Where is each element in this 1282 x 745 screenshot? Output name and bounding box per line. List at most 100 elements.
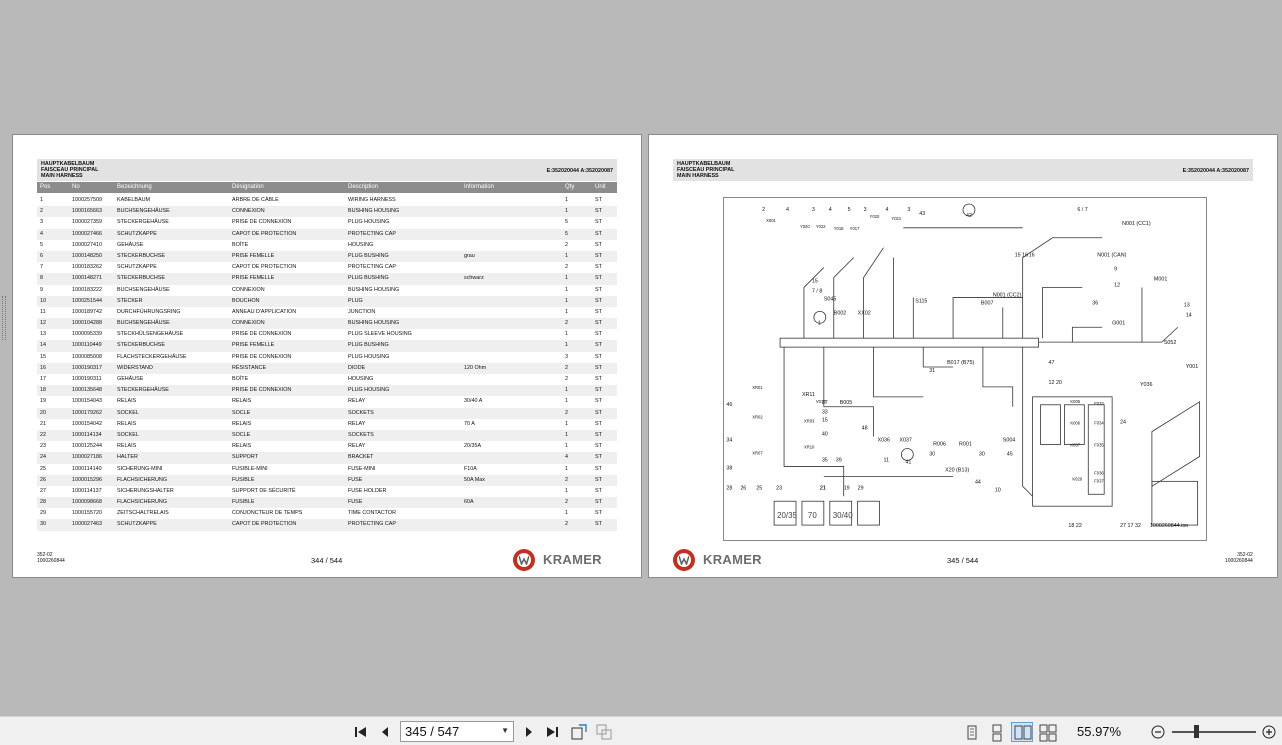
- continuous-view-button[interactable]: [985, 722, 1007, 742]
- cell-dsc: BUSHING HOUSING: [348, 320, 400, 327]
- header-title-en: MAIN HARNESS: [677, 173, 719, 179]
- cell-bez: KABELBAUM: [117, 197, 150, 203]
- cell-inf: 20/35A: [464, 443, 482, 450]
- cell-bez: STECKER: [117, 297, 143, 304]
- side-panel-grip[interactable]: [2, 296, 6, 340]
- two-page-continuous-button[interactable]: [1036, 722, 1058, 742]
- diagram-callout: 26: [740, 485, 746, 491]
- cell-des: FUSIBLE: [232, 499, 255, 506]
- cell-qty: 1: [565, 252, 568, 259]
- fit-page-icon: [571, 724, 587, 740]
- first-page-button[interactable]: [352, 723, 370, 741]
- table-row: 26 1000015296 FLACHSICHERUNG FUSIBLE FUSE 50A…: [37, 474, 617, 486]
- zoom-slider[interactable]: [1172, 731, 1256, 733]
- last-page-button[interactable]: [543, 723, 561, 741]
- table-row: 5 1000027410 GEHÄUSE BOÎTE HOUSING 2 ST: [37, 240, 617, 251]
- connector-label: Y020: [800, 224, 810, 229]
- cell-no: 1000027463: [72, 521, 102, 528]
- cell-no: 1000251544: [72, 297, 102, 304]
- cell-qty: 2: [565, 364, 568, 371]
- zoom-in-button[interactable]: [1260, 723, 1278, 741]
- diagram-callout: S004: [1003, 438, 1016, 444]
- cell-inf: F10A: [464, 465, 477, 472]
- zoom-slider-thumb[interactable]: [1194, 725, 1199, 738]
- cell-no: 1000183262: [72, 264, 102, 271]
- single-page-view-button[interactable]: [960, 722, 982, 742]
- diagram-callout: 35: [822, 457, 828, 463]
- diagram-callout: 13: [1184, 302, 1190, 308]
- cell-qty: 2: [565, 320, 568, 327]
- connector-label: Y022: [816, 224, 826, 229]
- cell-qty: 1: [565, 331, 568, 338]
- two-page-view-button[interactable]: [1011, 722, 1033, 742]
- col-unit: Unit: [595, 184, 606, 190]
- col-pos: Pos: [40, 184, 51, 190]
- cell-unit: ST: [595, 353, 602, 360]
- cell-bez: RELAIS: [117, 398, 137, 405]
- connector-label: XR07: [752, 451, 763, 456]
- chevron-down-icon[interactable]: ▼: [501, 726, 509, 735]
- cell-dsc: PLUG BUSHING: [348, 275, 389, 282]
- cell-pos: 27: [40, 487, 46, 494]
- col-qty: Qty: [565, 184, 575, 190]
- diagram-callout: 30: [929, 451, 935, 457]
- cell-qty: 1: [565, 342, 568, 349]
- diagram-callout: 15: [822, 418, 828, 424]
- table-row: 13 1000095339 STECKHÜLSENGEHÄUSE PRISE DE C…: [37, 329, 617, 340]
- zoom-out-button[interactable]: [1149, 723, 1167, 741]
- cell-qty: 1: [565, 275, 568, 282]
- diagram-callout: N001 (CC1): [1122, 221, 1151, 227]
- diagram-callout: 4: [786, 207, 789, 213]
- connector-label: X001: [766, 218, 776, 223]
- connector-label: F037: [1094, 478, 1104, 483]
- previous-page-button[interactable]: [376, 723, 394, 741]
- cell-unit: ST: [595, 286, 602, 293]
- table-row: 30 1000027463 SCHUTZKAPPE CAPOT DE PROTECTI…: [37, 519, 617, 531]
- cell-pos: 28: [40, 499, 46, 506]
- cell-bez: SOCKEL: [117, 431, 139, 438]
- cell-qty: 2: [565, 499, 568, 506]
- cell-qty: 1: [565, 387, 568, 394]
- diagram-callout: R006: [933, 442, 946, 448]
- diagram-callout: Y036: [1140, 382, 1153, 388]
- cell-dsc: FUSE: [348, 499, 363, 506]
- zoom-level[interactable]: 55.97%: [1077, 724, 1121, 739]
- cell-dsc: DIODE: [348, 364, 366, 371]
- cell-no: 1000085008: [72, 353, 102, 360]
- cell-qty: 2: [565, 264, 568, 271]
- cell-dsc: WIRING HARNESS: [348, 197, 396, 203]
- cell-dsc: PROTECTING CAP: [348, 521, 396, 528]
- cell-des: BOÎTE: [232, 376, 249, 382]
- page-number-value: 345 / 547: [405, 724, 460, 739]
- fit-width-button[interactable]: [595, 723, 613, 741]
- cell-bez: SCHUTZKAPPE: [117, 230, 157, 237]
- diagram-callout: 19: [844, 485, 850, 491]
- cell-unit: ST: [595, 398, 602, 405]
- cell-qty: 5: [565, 230, 568, 237]
- footer-code-line2: 1000260844: [37, 558, 65, 564]
- diagram-callout: 10: [995, 487, 1001, 493]
- document-viewport[interactable]: HAUPTKABELBAUM FAISCEAU PRINCIPAL MAIN H…: [0, 0, 1282, 716]
- cell-bez: DURCHFÜHRUNGSRING: [117, 308, 181, 315]
- cell-no: 1000135648: [72, 387, 102, 394]
- table-row: 14 1000110449 STECKERBUCHSE PRISE FEMELLE PL…: [37, 340, 617, 352]
- cell-pos: 30: [40, 521, 46, 528]
- page-number-input[interactable]: 345 / 547 ▼: [400, 721, 514, 742]
- cell-dsc: FUSE-MINI: [348, 465, 376, 472]
- cell-des: SUPPORT: [232, 454, 258, 461]
- diagram-callout: M001: [1154, 277, 1167, 283]
- cell-pos: 12: [40, 320, 46, 327]
- col-no: No: [72, 184, 80, 190]
- page-344: HAUPTKABELBAUM FAISCEAU PRINCIPAL MAIN H…: [12, 134, 642, 578]
- cell-qty: 1: [565, 431, 568, 438]
- next-page-button[interactable]: [520, 723, 538, 741]
- cell-unit: ST: [595, 264, 602, 271]
- cell-dsc: HOUSING: [348, 241, 374, 248]
- cell-qty: 1: [565, 286, 568, 293]
- w-logo-icon: [679, 555, 689, 565]
- cell-no: 1000154043: [72, 398, 102, 405]
- cell-unit: ST: [595, 487, 602, 494]
- next-page-icon: [526, 727, 532, 737]
- cell-des: CONJONCTEUR DE TEMPS: [232, 510, 303, 517]
- fit-page-button[interactable]: [570, 723, 588, 741]
